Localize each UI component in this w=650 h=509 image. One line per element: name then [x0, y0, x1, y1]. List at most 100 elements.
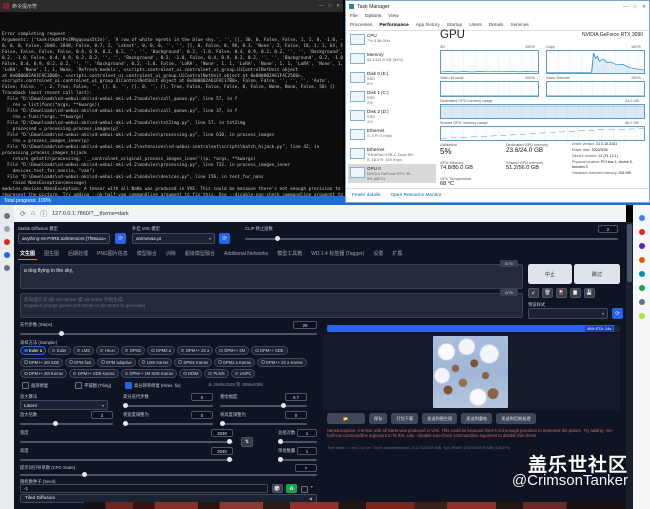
- performance-sidebar-item[interactable]: Disk 2 (D:) SSD 1%: [348, 107, 436, 126]
- clip-skip-slider[interactable]: [245, 238, 618, 240]
- tab[interactable]: Details: [489, 23, 504, 28]
- console-titlebar[interactable]: 命令提示符 — □ ✕: [0, 0, 343, 12]
- prompt-tool-button[interactable]: 🎴: [556, 288, 567, 298]
- sd-tab[interactable]: 训练: [164, 248, 178, 260]
- sampler-option[interactable]: UniPC: [231, 369, 256, 378]
- performance-sidebar-item[interactable]: CPU 7% 4.36 GHz: [348, 31, 436, 50]
- restore-faces-checkbox[interactable]: 面部修复: [22, 382, 48, 389]
- sd-tab[interactable]: 模型工具箱: [275, 248, 304, 260]
- gallery-action-button[interactable]: 发送到重绘: [461, 413, 492, 424]
- slider-knob[interactable]: [82, 472, 87, 477]
- performance-sidebar-item[interactable]: GPU 0 NVIDIA GeForce RTX 30... 5% (68°C): [348, 164, 436, 183]
- slider-knob[interactable]: [278, 457, 283, 462]
- sampler-option[interactable]: DPM++ SDE Karras: [69, 369, 119, 378]
- resize-height-slider[interactable]: [220, 423, 307, 425]
- performance-sidebar-item[interactable]: Ethernet ThinkPad USB-C Dock Eth... S: 1…: [348, 145, 436, 164]
- chevron-down-icon[interactable]: ▼: [310, 485, 314, 489]
- slider-knob[interactable]: [123, 421, 128, 426]
- upscale-by-slider[interactable]: [20, 423, 113, 425]
- gallery-action-button[interactable]: 保存: [369, 413, 387, 424]
- site-info-icon[interactable]: ⓘ: [40, 209, 47, 219]
- width-value[interactable]: 2048: [211, 429, 233, 437]
- maximize-button[interactable]: □: [634, 4, 637, 10]
- performance-sidebar-item[interactable]: Disk 1 (C:) SSD 2%: [348, 88, 436, 107]
- sd-tab[interactable]: 超级模型融合: [183, 248, 217, 260]
- prompt-tool-button[interactable]: ↙: [528, 288, 539, 298]
- styles-dropdown[interactable]: ▾: [528, 308, 608, 319]
- sampler-option[interactable]: DPM fast: [65, 358, 95, 367]
- slider-knob[interactable]: [227, 457, 232, 462]
- sampler-option[interactable]: PLMS: [204, 369, 228, 378]
- sampler-option[interactable]: DPM++ 2S a Karras: [257, 358, 307, 367]
- tab[interactable]: Users: [469, 23, 482, 28]
- steps-slider[interactable]: [20, 333, 317, 335]
- refresh-icon[interactable]: ⟳: [20, 210, 26, 218]
- prompt-textarea[interactable]: a dog flying in the sky,: [20, 264, 523, 289]
- slider-knob[interactable]: [227, 439, 232, 444]
- fewer-details-link[interactable]: Fewer details: [352, 193, 381, 198]
- cfg-scale-slider[interactable]: [20, 474, 317, 476]
- sampler-option[interactable]: DDIM: [179, 369, 202, 378]
- sd-tab[interactable]: 后期处理: [66, 248, 90, 260]
- task-manager-titlebar[interactable]: Task Manager — □ ✕: [346, 1, 649, 12]
- random-seed-button[interactable]: 🎲: [272, 484, 283, 493]
- browser-extension-icon[interactable]: [639, 257, 645, 263]
- tab[interactable]: Performance: [379, 23, 408, 28]
- hires-fix-checkbox[interactable]: 高分辨率修复 (Hires. fix): [125, 382, 181, 389]
- cfg-scale-value[interactable]: 7: [295, 464, 317, 472]
- browser-extension-icon[interactable]: [639, 243, 645, 249]
- generated-image-preview[interactable]: [433, 336, 508, 408]
- resize-height-value[interactable]: 0: [285, 411, 307, 419]
- batch-count-value[interactable]: 1: [297, 429, 317, 437]
- gallery-action-button[interactable]: 打包下载: [391, 413, 418, 424]
- performance-sidebar-item[interactable]: Disk 0 (E:) SSD 0%: [348, 69, 436, 88]
- browser-sidebar-icon[interactable]: [4, 213, 10, 219]
- height-slider[interactable]: [20, 459, 233, 461]
- sampler-option[interactable]: DPM++ 2S a: [177, 346, 213, 355]
- negative-prompt-textarea[interactable]: 反向提示词 (按 Ctrl+Enter 或 Alt+Enter 开始生成) Ne…: [20, 293, 523, 318]
- browser-extension-icon[interactable]: [639, 285, 645, 291]
- sampler-option[interactable]: Heun: [96, 346, 119, 355]
- sd-tab[interactable]: Additional Networks: [222, 249, 270, 260]
- hires-steps-slider[interactable]: [123, 405, 213, 407]
- slider-knob[interactable]: [275, 236, 280, 241]
- denoising-value[interactable]: 0.7: [285, 393, 307, 401]
- sampler-option[interactable]: DPM++ 2M SDE: [20, 358, 63, 367]
- minimize-button[interactable]: —: [319, 3, 324, 9]
- prompt-tool-button[interactable]: 💾: [584, 288, 595, 298]
- browser-extension-icon[interactable]: [639, 271, 645, 277]
- browser-sidebar-icon[interactable]: [4, 252, 10, 258]
- batch-size-value[interactable]: 1: [297, 447, 317, 455]
- maximize-button[interactable]: □: [329, 3, 332, 9]
- sd-tab[interactable]: 扩展: [390, 248, 404, 260]
- sampler-option[interactable]: DPM++ 2M SDE Karras: [121, 369, 177, 378]
- sampler-option[interactable]: DPM adaptive: [97, 358, 136, 367]
- tab[interactable]: Processes: [350, 23, 372, 28]
- gallery-action-button[interactable]: 发送到图生图: [422, 413, 457, 424]
- extra-seed-checkbox[interactable]: [301, 486, 308, 493]
- close-button[interactable]: ✕: [642, 4, 646, 10]
- home-icon[interactable]: ⌂: [31, 210, 35, 217]
- sampler-option[interactable]: DPM++ 2M: [215, 346, 249, 355]
- open-folder-button[interactable]: 📂: [327, 413, 365, 424]
- sampler-option[interactable]: DPM2 a Karras: [214, 358, 255, 367]
- resize-width-slider[interactable]: [123, 423, 213, 425]
- sd-tab[interactable]: 图生图: [42, 248, 61, 260]
- skip-button[interactable]: 跳过: [574, 264, 620, 284]
- minimize-button[interactable]: —: [623, 4, 628, 10]
- upscale-by-value[interactable]: 2: [91, 411, 113, 419]
- menu-item[interactable]: Options: [365, 14, 382, 19]
- slider-knob[interactable]: [59, 331, 64, 336]
- prompt-tool-button[interactable]: 🗑: [542, 288, 553, 298]
- browser-sidebar-icon[interactable]: [4, 239, 10, 245]
- performance-sidebar-item[interactable]: Memory 60.1/111.9 GB (54%): [348, 50, 436, 69]
- tab[interactable]: Startup: [447, 23, 462, 28]
- clip-skip-value[interactable]: 2: [598, 225, 618, 233]
- tiling-checkbox[interactable]: 平铺图 (Tiling): [75, 382, 111, 389]
- scrollbar-thumb[interactable]: [627, 224, 632, 282]
- sampler-option[interactable]: DPM2 Karras: [174, 358, 212, 367]
- sampler-option[interactable]: Euler a: [20, 346, 46, 355]
- width-slider[interactable]: [20, 441, 233, 443]
- menu-item[interactable]: View: [388, 14, 398, 19]
- sd-tab[interactable]: 设置: [371, 248, 385, 260]
